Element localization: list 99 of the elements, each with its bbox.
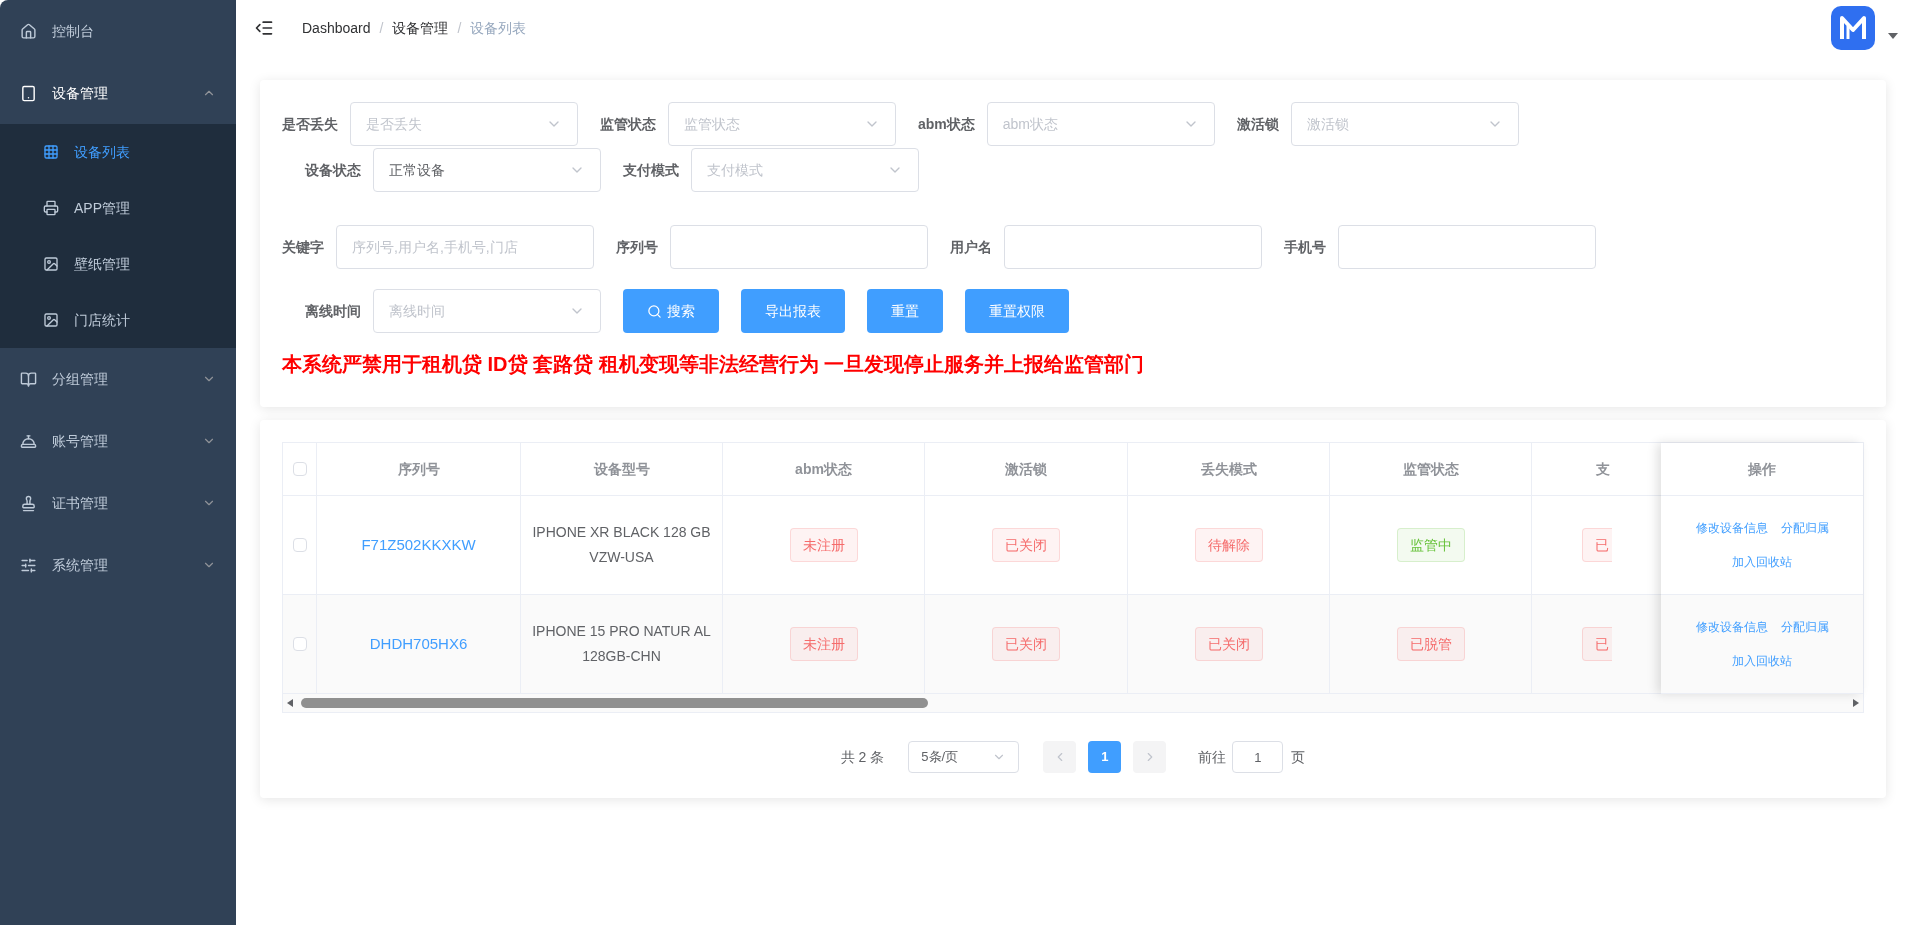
tablet-icon xyxy=(20,84,37,102)
submenu-item[interactable]: 壁纸管理 xyxy=(0,236,236,292)
logo-icon[interactable] xyxy=(1831,6,1875,50)
status-tag: 已脱管 xyxy=(1396,627,1465,661)
status-tag: 未注册 xyxy=(789,627,858,661)
input-field[interactable] xyxy=(1338,225,1596,269)
grid-icon xyxy=(43,144,59,160)
sidebar-item[interactable]: 设备管理 xyxy=(0,62,236,124)
column-header: 设备型号 xyxy=(593,459,650,479)
total-count: 共 2 条 xyxy=(840,747,885,767)
image-icon xyxy=(43,256,59,272)
action-link[interactable]: 修改设备信息 xyxy=(1695,519,1768,537)
select-field[interactable]: 是否丢失 xyxy=(350,102,578,146)
column-header: 丢失模式 xyxy=(1200,459,1257,479)
field-label: 手机号 xyxy=(1284,237,1326,257)
field-label: 关键字 xyxy=(282,237,324,257)
status-tag: 待解除 xyxy=(1194,528,1263,562)
column-header: 序列号 xyxy=(397,459,440,479)
status-tag: 已 xyxy=(1582,528,1612,562)
serial-link[interactable]: F71Z502KKXKW xyxy=(361,533,476,557)
book-icon xyxy=(20,370,37,388)
select-field[interactable]: 支付模式 xyxy=(691,148,919,192)
field-label: 激活锁 xyxy=(1236,114,1279,134)
action-link[interactable]: 分配归属 xyxy=(1780,519,1829,537)
printer-icon xyxy=(43,200,59,216)
action-link[interactable]: 加入回收站 xyxy=(1732,553,1792,571)
input-field[interactable] xyxy=(670,225,928,269)
scroll-right-icon[interactable] xyxy=(1853,699,1859,707)
column-header: 操作 xyxy=(1748,459,1776,479)
checkbox[interactable] xyxy=(292,538,307,552)
checkbox[interactable] xyxy=(292,637,307,651)
status-tag: 已关闭 xyxy=(992,528,1060,562)
search-button[interactable]: 搜索 xyxy=(623,289,719,333)
sliders-icon xyxy=(20,556,37,574)
breadcrumb-separator: / xyxy=(379,18,384,38)
select-field[interactable]: 激活锁 xyxy=(1290,102,1519,146)
field-label: abm状态 xyxy=(918,114,975,134)
action-link[interactable]: 分配归属 xyxy=(1780,618,1829,636)
action-button[interactable]: 导出报表 xyxy=(741,289,845,333)
action-button[interactable]: 重置权限 xyxy=(965,289,1069,333)
checkbox[interactable] xyxy=(292,462,307,476)
scrollbar-thumb[interactable] xyxy=(301,698,928,708)
breadcrumb-separator: / xyxy=(457,18,462,38)
goto-suffix: 页 xyxy=(1291,747,1306,767)
stamp-icon xyxy=(20,494,37,512)
status-tag: 未注册 xyxy=(789,528,858,562)
page-button[interactable]: 1 xyxy=(1088,741,1122,773)
column-header: abm状态 xyxy=(795,459,852,479)
status-tag: 已关闭 xyxy=(992,627,1060,661)
bell-icon xyxy=(20,432,37,450)
search-icon xyxy=(647,303,662,319)
column-header: 支 xyxy=(1596,459,1610,479)
serial-link[interactable]: DHDH705HX6 xyxy=(369,632,468,656)
column-header: 监管状态 xyxy=(1402,459,1459,479)
action-link[interactable]: 修改设备信息 xyxy=(1695,618,1768,636)
field-label: 离线时间 xyxy=(305,301,361,321)
warning-text: 本系统严禁用于租机贷 ID贷 套路贷 租机变现等非法经营行为 一旦发现停止服务并上报给监管部门 xyxy=(282,352,1146,377)
submenu-item[interactable]: 门店统计 xyxy=(0,292,236,348)
input-field[interactable]: 序列号,用户名,手机号,门店 xyxy=(336,225,594,269)
action-button[interactable]: 重置 xyxy=(867,289,943,333)
submenu-item[interactable]: 设备列表 xyxy=(0,124,236,180)
field-label: 支付模式 xyxy=(623,160,679,180)
input-field[interactable] xyxy=(1004,225,1262,269)
sidebar-item[interactable]: 分组管理 xyxy=(0,348,236,410)
field-label: 监管状态 xyxy=(600,114,656,134)
caret-down-icon[interactable] xyxy=(1888,33,1898,39)
breadcrumb-item[interactable]: Dashboard xyxy=(302,17,371,39)
select-field[interactable]: 正常设备 xyxy=(373,148,601,192)
goto-page-input[interactable]: 1 xyxy=(1232,741,1284,773)
select-field[interactable]: abm状态 xyxy=(986,102,1215,146)
field-label: 设备状态 xyxy=(305,160,361,180)
table-cell-text: IPHONE 15 PRO NATUR AL 128GB-CHN xyxy=(531,622,712,666)
sidebar-item[interactable]: 控制台 xyxy=(0,0,236,62)
table-cell-text: IPHONE XR BLACK 128 GB VZW-USA xyxy=(531,523,712,567)
breadcrumb-item: 设备列表 xyxy=(470,18,527,38)
status-tag: 已关闭 xyxy=(1194,627,1263,661)
submenu-item[interactable]: APP管理 xyxy=(0,180,236,236)
home-icon xyxy=(20,22,37,40)
select-field[interactable]: 离线时间 xyxy=(373,289,601,333)
action-link[interactable]: 加入回收站 xyxy=(1732,652,1792,670)
sidebar-item[interactable]: 账号管理 xyxy=(0,410,236,472)
goto-label: 前往 xyxy=(1198,747,1227,767)
field-label: 序列号 xyxy=(616,237,658,257)
page-size-select[interactable]: 5条/页 xyxy=(908,741,1020,773)
status-tag: 已 xyxy=(1582,627,1612,661)
prev-page-button[interactable] xyxy=(1043,741,1077,773)
column-header: 激活锁 xyxy=(1005,459,1047,479)
horizontal-scrollbar[interactable] xyxy=(283,694,1863,712)
menu-icon[interactable] xyxy=(254,18,274,38)
field-label: 用户名 xyxy=(950,237,992,257)
select-field[interactable]: 监管状态 xyxy=(668,102,896,146)
breadcrumb-item[interactable]: 设备管理 xyxy=(392,17,449,39)
next-page-button[interactable] xyxy=(1133,741,1167,773)
sidebar-item[interactable]: 系统管理 xyxy=(0,534,236,596)
field-label: 是否丢失 xyxy=(282,114,338,134)
image-icon xyxy=(43,312,59,328)
scroll-left-icon[interactable] xyxy=(287,699,293,707)
status-tag: 监管中 xyxy=(1396,528,1465,562)
sidebar-item[interactable]: 证书管理 xyxy=(0,472,236,534)
